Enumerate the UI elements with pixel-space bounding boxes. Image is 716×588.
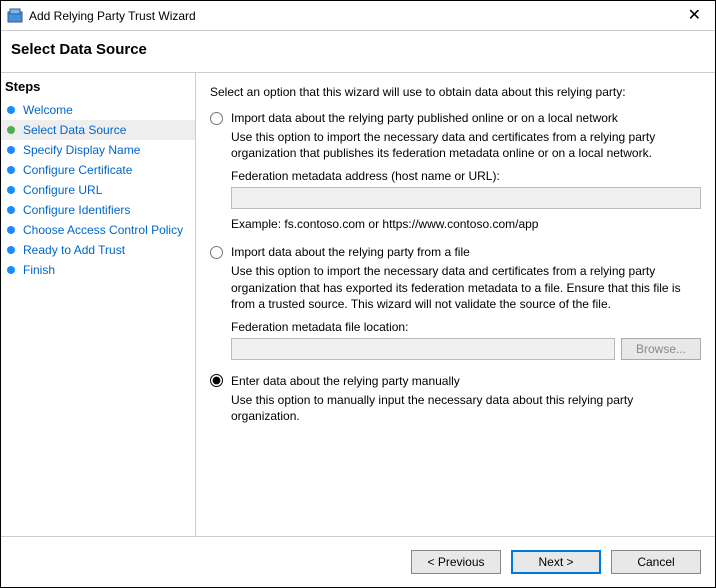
metadata-address-label: Federation metadata address (host name o… (231, 169, 701, 183)
step-label: Finish (23, 263, 55, 277)
option-import-online: Import data about the relying party publ… (210, 111, 701, 231)
step-configure-certificate[interactable]: Configure Certificate (1, 160, 195, 180)
radio-import-file[interactable] (210, 246, 223, 259)
metadata-address-example: Example: fs.contoso.com or https://www.c… (231, 217, 701, 231)
step-label: Ready to Add Trust (23, 243, 125, 257)
metadata-address-input[interactable] (231, 187, 701, 209)
radio-import-online[interactable] (210, 112, 223, 125)
intro-text: Select an option that this wizard will u… (210, 85, 701, 99)
step-choose-access-control[interactable]: Choose Access Control Policy (1, 220, 195, 240)
window-title: Add Relying Party Trust Wizard (29, 9, 680, 23)
step-label: Configure URL (23, 183, 102, 197)
cancel-button[interactable]: Cancel (611, 550, 701, 574)
bullet-icon (7, 246, 15, 254)
option-description: Use this option to import the necessary … (231, 129, 701, 161)
option-description: Use this option to manually input the ne… (231, 392, 701, 424)
step-label: Select Data Source (23, 123, 126, 137)
bullet-icon (7, 146, 15, 154)
step-finish[interactable]: Finish (1, 260, 195, 280)
metadata-file-input[interactable] (231, 338, 615, 360)
page-title: Select Data Source (1, 31, 715, 72)
next-button[interactable]: Next > (511, 550, 601, 574)
previous-button[interactable]: < Previous (411, 550, 501, 574)
metadata-file-label: Federation metadata file location: (231, 320, 701, 334)
bullet-icon (7, 266, 15, 274)
bullet-icon (7, 126, 15, 134)
main-panel: Select an option that this wizard will u… (196, 73, 715, 536)
bullet-icon (7, 166, 15, 174)
bullet-icon (7, 186, 15, 194)
step-label: Welcome (23, 103, 73, 117)
step-label: Configure Certificate (23, 163, 132, 177)
steps-heading: Steps (1, 77, 195, 100)
titlebar: Add Relying Party Trust Wizard ✕ (1, 1, 715, 31)
step-configure-identifiers[interactable]: Configure Identifiers (1, 200, 195, 220)
browse-button[interactable]: Browse... (621, 338, 701, 360)
option-manual: Enter data about the relying party manua… (210, 374, 701, 424)
option-import-file: Import data about the relying party from… (210, 245, 701, 360)
step-label: Configure Identifiers (23, 203, 130, 217)
option-label: Import data about the relying party publ… (231, 111, 618, 125)
close-icon[interactable]: ✕ (680, 8, 709, 24)
bullet-icon (7, 206, 15, 214)
step-select-data-source[interactable]: Select Data Source (1, 120, 195, 140)
option-description: Use this option to import the necessary … (231, 263, 701, 312)
option-label: Enter data about the relying party manua… (231, 374, 460, 388)
app-icon (7, 8, 23, 24)
step-welcome[interactable]: Welcome (1, 100, 195, 120)
step-configure-url[interactable]: Configure URL (1, 180, 195, 200)
bullet-icon (7, 226, 15, 234)
step-label: Choose Access Control Policy (23, 223, 183, 237)
option-label: Import data about the relying party from… (231, 245, 470, 259)
steps-sidebar: Steps Welcome Select Data Source Specify… (1, 73, 196, 536)
radio-manual[interactable] (210, 374, 223, 387)
footer: < Previous Next > Cancel (1, 536, 715, 586)
bullet-icon (7, 106, 15, 114)
step-specify-display-name[interactable]: Specify Display Name (1, 140, 195, 160)
step-label: Specify Display Name (23, 143, 140, 157)
step-ready-to-add[interactable]: Ready to Add Trust (1, 240, 195, 260)
